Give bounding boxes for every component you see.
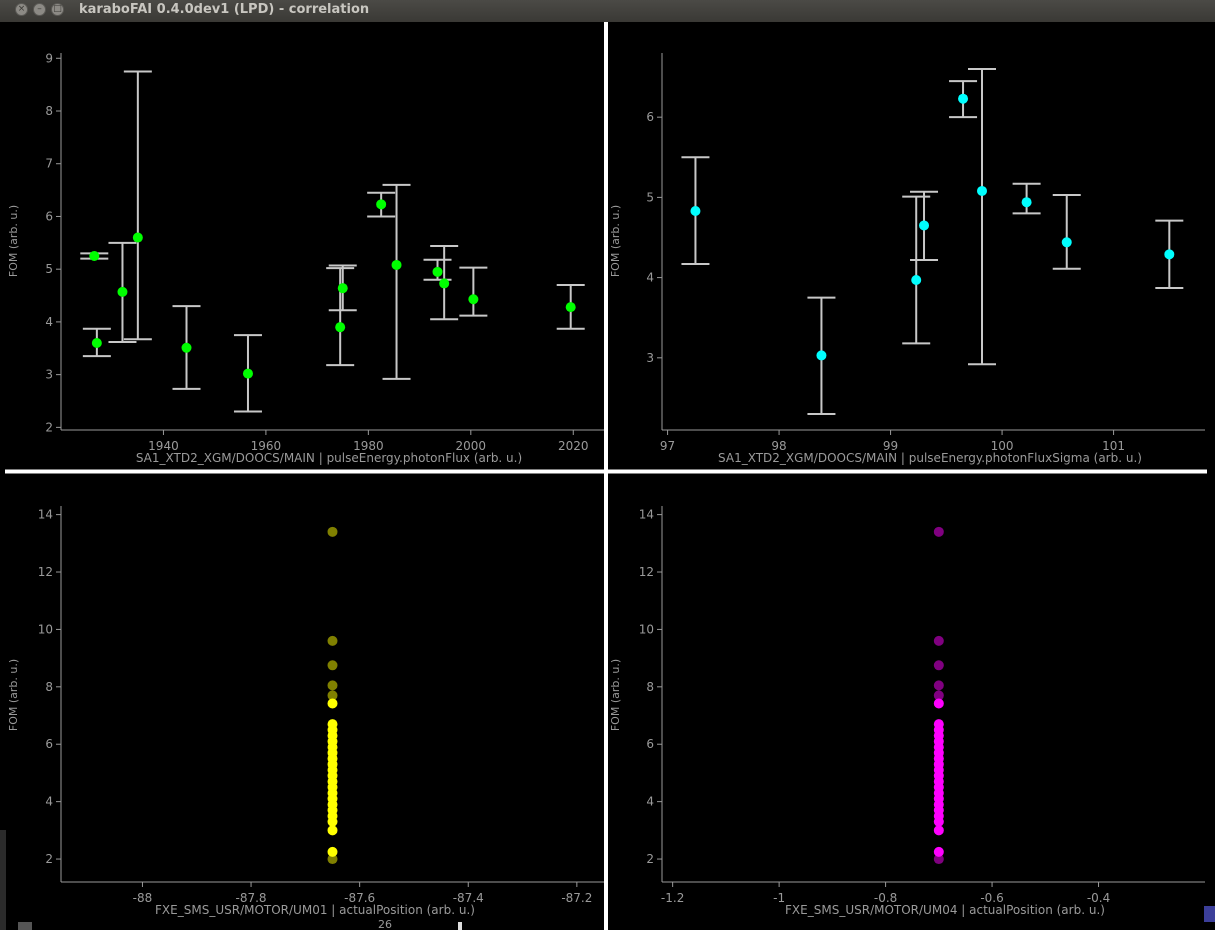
x-tick-label: -87.2 [561, 891, 592, 905]
data-point [1021, 197, 1032, 208]
x-axis-label: SA1_XTD2_XGM/DOOCS/MAIN | pulseEnergy.ph… [718, 451, 1142, 465]
y-tick-label: 14 [639, 508, 654, 522]
data-point [468, 294, 479, 305]
data-point [933, 825, 944, 836]
data-point [933, 846, 944, 857]
x-tick-label: -1.2 [661, 891, 684, 905]
data-point [977, 185, 988, 196]
y-tick-label: 6 [45, 209, 53, 223]
data-point-faded [933, 635, 944, 646]
data-point-faded [327, 635, 338, 646]
y-tick-label: 12 [38, 565, 53, 579]
y-tick-label: 6 [646, 110, 654, 124]
data-point [690, 206, 701, 217]
data-point [933, 698, 944, 709]
y-tick-label: 8 [646, 680, 654, 694]
data-point [91, 338, 102, 348]
correlation-plots: 234567891940 1960 1980 2000 2020SA1_XTD2_XGM… [0, 22, 1215, 930]
data-point [1164, 249, 1175, 260]
y-tick-label: 5 [646, 190, 654, 204]
y-tick-label: 2 [646, 852, 654, 866]
data-point [391, 259, 402, 270]
taskbar-label: 26 [378, 918, 392, 930]
data-point [933, 816, 944, 827]
data-point [327, 825, 338, 836]
data-point [911, 275, 922, 286]
y-tick-label: 4 [45, 795, 53, 809]
y-tick-label: 3 [646, 351, 654, 365]
y-axis-label: FOM (arb. u.) [609, 659, 622, 731]
x-axis-label: FXE_SMS_USR/MOTOR/UM04 | actualPosition … [785, 903, 1105, 917]
data-point [335, 322, 346, 333]
y-tick-label: 8 [45, 680, 53, 694]
window-titlebar: × – □ karaboFAI 0.4.0dev1 (LPD) - correl… [0, 0, 1215, 23]
data-point [439, 278, 450, 289]
data-point [816, 350, 827, 361]
taskbar-icon[interactable] [18, 922, 32, 930]
x-axis-label: FXE_SMS_USR/MOTOR/UM01 | actualPosition … [155, 903, 475, 917]
y-tick-label: 7 [45, 157, 53, 171]
data-point [432, 266, 443, 277]
taskbar-marker [458, 922, 462, 930]
data-point-faded [933, 660, 944, 671]
y-axis-label: FOM (arb. u.) [7, 659, 20, 731]
x-axis-label: SA1_XTD2_XGM/DOOCS/MAIN | pulseEnergy.ph… [136, 451, 522, 465]
data-point [565, 302, 576, 313]
y-tick-label: 12 [639, 565, 654, 579]
y-tick-label: 8 [45, 104, 53, 118]
data-point [327, 846, 338, 857]
y-tick-label: 4 [646, 795, 654, 809]
left-edge-bar [0, 830, 6, 930]
y-tick-label: 14 [38, 508, 53, 522]
close-icon[interactable]: × [15, 3, 28, 16]
maximize-icon[interactable]: □ [51, 3, 64, 16]
y-tick-label: 2 [45, 420, 53, 434]
data-point [1061, 237, 1072, 248]
data-point-faded [327, 526, 338, 537]
data-point [919, 220, 930, 231]
data-point [376, 199, 387, 210]
data-point-faded [327, 680, 338, 691]
right-edge-widget [1204, 906, 1215, 922]
data-point-faded [933, 680, 944, 691]
y-axis-label: FOM (arb. u.) [7, 205, 20, 277]
data-point [958, 93, 969, 104]
x-tick-label: 2020 [558, 439, 589, 453]
x-tick-label: -88 [133, 891, 153, 905]
data-point [89, 251, 100, 261]
y-tick-label: 10 [639, 622, 654, 636]
data-point [327, 698, 338, 709]
y-axis-label: FOM (arb. u.) [609, 205, 622, 277]
minimize-icon[interactable]: – [33, 3, 46, 16]
data-point [242, 368, 253, 379]
x-tick-label: -1 [773, 891, 785, 905]
y-tick-label: 10 [38, 622, 53, 636]
window-title: karaboFAI 0.4.0dev1 (LPD) - correlation [79, 2, 370, 17]
y-tick-label: 4 [45, 315, 53, 329]
y-tick-label: 5 [45, 262, 53, 276]
data-point [337, 283, 348, 294]
y-tick-label: 6 [45, 737, 53, 751]
y-tick-label: 6 [646, 737, 654, 751]
data-point [117, 286, 128, 297]
y-tick-label: 4 [646, 271, 654, 285]
y-tick-label: 3 [45, 368, 53, 382]
y-tick-label: 9 [45, 51, 53, 65]
data-point [132, 232, 143, 243]
data-point [327, 816, 338, 827]
data-point-faded [933, 526, 944, 537]
x-tick-label: 97 [660, 439, 675, 453]
data-point [181, 342, 192, 353]
y-tick-label: 2 [45, 852, 53, 866]
data-point-faded [327, 660, 338, 671]
